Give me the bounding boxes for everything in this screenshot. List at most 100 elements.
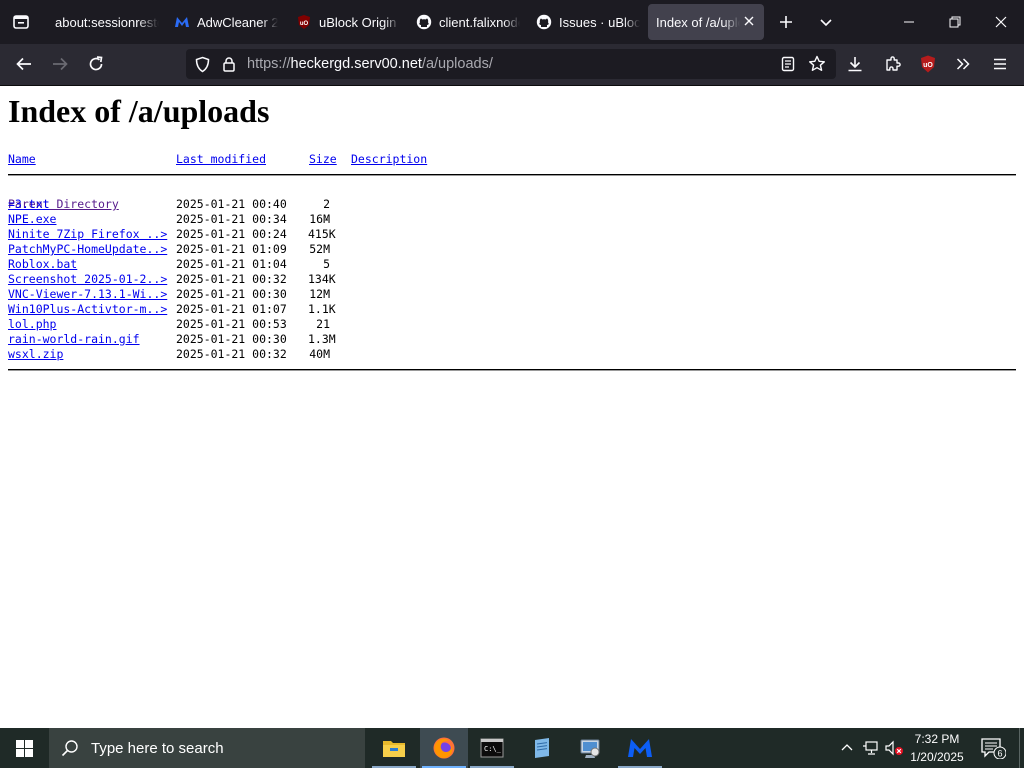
- malwarebytes-icon: [628, 739, 652, 757]
- close-window-button[interactable]: [978, 0, 1024, 44]
- file-link[interactable]: =3.txt: [8, 197, 50, 212]
- svg-text:uO: uO: [923, 62, 933, 69]
- tab-session-restore[interactable]: about:sessionrestore: [47, 4, 159, 40]
- new-tab-button[interactable]: [768, 4, 804, 40]
- forward-button[interactable]: [44, 48, 76, 80]
- tab-client-falixnodes[interactable]: client.falixnodes: [408, 4, 520, 40]
- tab-issues-ublock[interactable]: Issues · uBlockOrigin: [528, 4, 640, 40]
- file-link[interactable]: lol.php: [8, 317, 56, 332]
- download-icon: [848, 57, 862, 72]
- file-link[interactable]: wsxl.zip: [8, 347, 63, 362]
- restore-button[interactable]: [932, 0, 978, 44]
- action-center-button[interactable]: 6: [978, 728, 1008, 768]
- lock-icon[interactable]: [220, 55, 238, 73]
- network-icon: [863, 741, 878, 755]
- table-row: Ninite 7Zip Firefox ..> 2025-01-21 00:24 4…: [8, 227, 348, 242]
- url-text[interactable]: https://heckergd.serv00.net/a/uploads/: [247, 56, 493, 72]
- system-clock[interactable]: 7:32 PM 1/20/2025: [902, 730, 972, 766]
- file-link[interactable]: Win10Plus-Activtor-m..>: [8, 302, 167, 317]
- close-tab-icon[interactable]: [742, 14, 756, 28]
- table-row: PatchMyPC-HomeUpdate..> 2025-01-21 01:09 5…: [8, 242, 348, 257]
- column-header-description[interactable]: Description: [351, 152, 427, 167]
- file-link[interactable]: Screenshot 2025-01-2..>: [8, 272, 167, 287]
- terminal-icon: C:\_: [480, 738, 504, 758]
- windows-logo-icon: [15, 739, 33, 757]
- extensions-button[interactable]: [877, 48, 909, 80]
- file-link[interactable]: NPE.exe: [8, 212, 56, 227]
- address-bar[interactable]: https://heckergd.serv00.net/a/uploads/: [186, 49, 836, 79]
- reader-view-icon[interactable]: [779, 55, 797, 73]
- tab-adwcleaner[interactable]: AdwCleaner 2025: [166, 4, 278, 40]
- arrow-left-icon: [16, 57, 31, 71]
- file-link[interactable]: Roblox.bat: [8, 257, 77, 272]
- clock-date: 1/20/2025: [910, 750, 964, 764]
- tab-title: Issues · uBlockOrigin: [559, 14, 640, 30]
- file-size: 415K: [308, 227, 336, 241]
- file-link[interactable]: PatchMyPC-HomeUpdate..>: [8, 242, 167, 257]
- tab-index-uploads[interactable]: Index of /a/uploads: [648, 4, 764, 40]
- file-size: 2: [323, 197, 330, 211]
- page-title: Index of /a/uploads: [8, 93, 270, 129]
- firefox-view-button[interactable]: [0, 0, 42, 44]
- table-row: Roblox.bat 2025-01-21 01:04 5: [8, 257, 348, 272]
- taskbar-notepad[interactable]: [518, 728, 566, 768]
- table-row: =3.txt 2025-01-21 00:40 2: [8, 197, 348, 212]
- bookmark-star-icon[interactable]: [808, 55, 826, 73]
- url-scheme: https://: [247, 56, 291, 72]
- file-modified: 2025-01-21 00:32: [176, 347, 287, 361]
- svg-text:C:\_: C:\_: [484, 745, 502, 753]
- tab-ublock-origin[interactable]: uO uBlock Origin – Get this Extension: [288, 4, 400, 40]
- file-modified: 2025-01-21 01:09: [176, 242, 287, 256]
- file-link[interactable]: rain-world-rain.gif: [8, 332, 140, 347]
- clock-time: 7:32 PM: [914, 732, 960, 746]
- taskbar-search-box[interactable]: Type here to search: [49, 728, 365, 768]
- tab-title: about:sessionrestore: [55, 14, 159, 30]
- file-modified: 2025-01-21 00:53: [176, 317, 287, 331]
- volume-muted-icon: [885, 740, 903, 756]
- navigation-toolbar: https://heckergd.serv00.net/a/uploads/ u…: [0, 44, 1024, 86]
- file-modified: 2025-01-21 00:40: [176, 197, 287, 211]
- file-size: 1.1K: [308, 302, 336, 316]
- file-modified: 2025-01-21 00:24: [176, 227, 287, 241]
- column-header-last-modified[interactable]: Last modified: [176, 152, 266, 167]
- file-size: 21: [316, 317, 330, 331]
- taskbar-file-explorer[interactable]: [370, 728, 418, 768]
- header-divider: [8, 174, 1016, 176]
- column-header-name[interactable]: Name: [8, 152, 36, 167]
- hamburger-menu-icon: [994, 58, 1006, 70]
- file-link[interactable]: VNC-Viewer-7.13.1-Wi..>: [8, 287, 167, 302]
- taskbar-firefox[interactable]: [420, 728, 468, 768]
- file-link[interactable]: Ninite 7Zip Firefox ..>: [8, 227, 167, 242]
- tracking-protection-shield-icon[interactable]: [193, 55, 211, 73]
- file-modified: 2025-01-21 00:30: [176, 332, 287, 346]
- table-row: VNC-Viewer-7.13.1-Wi..> 2025-01-21 00:30 1…: [8, 287, 348, 302]
- taskbar-terminal[interactable]: C:\_: [468, 728, 516, 768]
- app-menu-button[interactable]: [984, 48, 1016, 80]
- file-modified: 2025-01-21 01:07: [176, 302, 287, 316]
- close-icon: [995, 16, 1007, 28]
- show-desktop-button[interactable]: [1019, 728, 1024, 768]
- chevron-down-icon: [820, 19, 832, 27]
- column-header-size[interactable]: Size: [309, 152, 337, 167]
- reload-button[interactable]: [80, 48, 112, 80]
- overflow-menu-button[interactable]: [947, 48, 979, 80]
- double-chevron-right-icon: [956, 58, 970, 70]
- taskbar-malwarebytes[interactable]: [616, 728, 664, 768]
- table-row: Win10Plus-Activtor-m..> 2025-01-21 01:07 1…: [8, 302, 348, 317]
- downloads-button[interactable]: [839, 48, 871, 80]
- list-all-tabs-button[interactable]: [808, 4, 844, 40]
- tab-title: client.falixnodes: [439, 14, 520, 30]
- network-tray-button[interactable]: [860, 728, 882, 768]
- table-row: rain-world-rain.gif 2025-01-21 00:30 1.3M: [8, 332, 348, 347]
- control-panel-icon: [580, 739, 600, 758]
- firefox-icon: [433, 737, 455, 759]
- start-button[interactable]: [0, 728, 48, 768]
- minimize-button[interactable]: [886, 0, 932, 44]
- file-modified: 2025-01-21 00:32: [176, 272, 287, 286]
- taskbar-control-panel[interactable]: [566, 728, 614, 768]
- back-button[interactable]: [8, 48, 40, 80]
- table-row: Screenshot 2025-01-2..> 2025-01-21 00:32 1…: [8, 272, 348, 287]
- ublock-origin-button[interactable]: uO: [912, 48, 944, 80]
- show-hidden-icons-button[interactable]: [836, 728, 858, 768]
- tab-title: uBlock Origin – Get this Extension: [319, 14, 400, 30]
